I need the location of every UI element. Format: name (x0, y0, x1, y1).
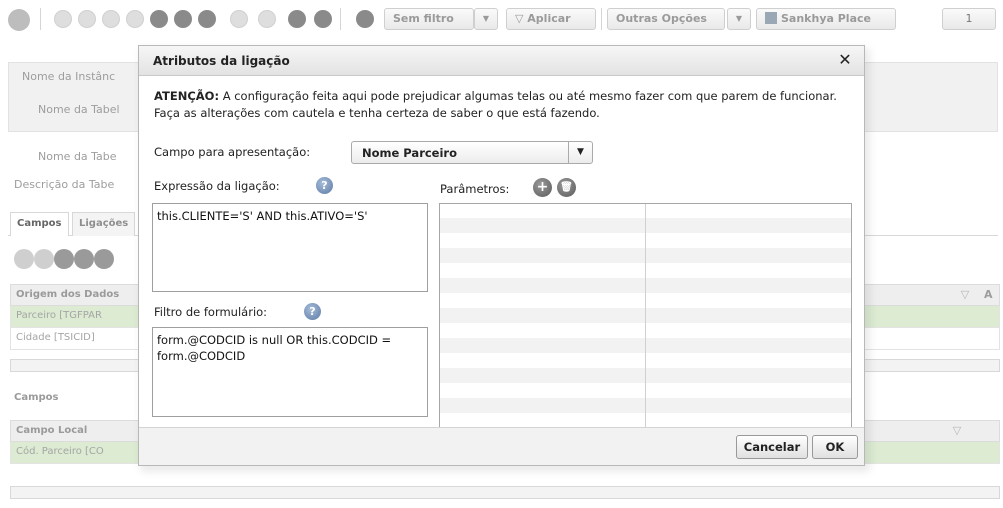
column-header: A (984, 288, 993, 301)
tab-links[interactable]: Ligações (72, 212, 136, 236)
back-icon[interactable] (74, 249, 94, 269)
horizontal-scrollbar[interactable] (10, 486, 1000, 499)
add-parameter-icon[interactable]: + (533, 178, 552, 197)
warning-message: ATENÇÃO: A configuração feita aqui pode … (154, 88, 854, 122)
parameters-grid[interactable] (439, 203, 852, 429)
table-description-label: Descrição da Tabe (14, 178, 115, 191)
table-cell: Cidade [TSICID] (16, 332, 95, 343)
refresh-icon[interactable] (150, 10, 168, 28)
table-cell: Parceiro [TGFPAR (16, 310, 102, 321)
table-name-label: Nome da Tabel (38, 103, 120, 116)
cancel-edit-icon[interactable] (258, 10, 276, 28)
dialog-title: Atributos da ligação (153, 54, 290, 68)
more-options-label: Outras Opções (616, 12, 707, 25)
previous-record-icon[interactable] (78, 10, 96, 28)
remove-icon[interactable] (198, 10, 216, 28)
presentation-field-select[interactable]: Nome Parceiro ▼ (351, 141, 593, 164)
table-cell: Cód. Parceiro [CO (16, 446, 104, 457)
ok-button[interactable]: OK (812, 435, 858, 459)
more-options-arrow[interactable]: ▼ (727, 8, 751, 30)
link-attributes-dialog: Atributos da ligação ✕ ATENÇÃO: A config… (138, 45, 865, 466)
tab-fields[interactable]: Campos (10, 212, 69, 236)
filter-dropdown-arrow[interactable]: ▼ (474, 8, 498, 30)
first-record-icon[interactable] (14, 249, 34, 269)
page-number-field[interactable]: 1 (942, 8, 996, 30)
link-expression-input[interactable]: this.CLIENTE='S' AND this.ATIVO='S' (152, 203, 428, 292)
sankhya-place-button[interactable]: Sankhya Place (756, 8, 896, 30)
link-expression-label: Expressão da ligação: (154, 179, 280, 193)
column-divider (645, 204, 646, 428)
toolbar-separator (40, 8, 41, 30)
refresh-icon[interactable] (54, 249, 74, 269)
chevron-down-icon: ▼ (735, 14, 743, 23)
dialog-title-bar[interactable]: Atributos da ligação ✕ (139, 46, 864, 76)
chevron-down-icon: ▼ (482, 14, 490, 23)
form-filter-input[interactable]: form.@CODCID is null OR this.CODCID = fo… (152, 327, 428, 417)
presentation-field-label: Campo para apresentação: (154, 145, 311, 159)
toolbar-separator (340, 8, 341, 30)
apply-filter-button[interactable]: ▽ Aplicar (506, 8, 596, 30)
help-icon[interactable]: ? (304, 303, 321, 320)
table-name-label: Nome da Tabe (38, 150, 117, 163)
filter-icon[interactable]: ▽ (958, 288, 972, 302)
toolbar-separator (601, 8, 602, 30)
cancel-button[interactable]: Cancelar (736, 435, 808, 459)
copy-icon[interactable] (288, 10, 306, 28)
instance-name-label: Nome da Instânc (22, 70, 116, 83)
apply-filter-label: Aplicar (527, 12, 571, 25)
fields-section-title: Campos (14, 392, 59, 403)
warning-text: A configuração feita aqui pode prejudica… (154, 89, 837, 120)
last-record-icon[interactable] (126, 10, 144, 28)
next-record-icon[interactable] (102, 10, 120, 28)
help-icon[interactable]: ? (316, 177, 333, 194)
local-field-column-header: Campo Local (16, 425, 88, 436)
sankhya-place-icon (765, 12, 777, 24)
attach-icon[interactable] (314, 10, 332, 28)
filter-settings-icon[interactable] (356, 10, 374, 28)
edit-icon[interactable] (230, 10, 248, 28)
add-icon[interactable] (174, 10, 192, 28)
first-record-icon[interactable] (54, 10, 72, 28)
sankhya-place-label: Sankhya Place (781, 12, 871, 25)
filter-select[interactable]: Sem filtro (384, 8, 474, 30)
origin-column-header: Origem dos Dados (16, 289, 120, 300)
delete-parameter-icon[interactable]: 🗑 (557, 178, 576, 197)
warning-title: ATENÇÃO: (154, 89, 220, 103)
form-filter-label: Filtro de formulário: (154, 305, 268, 319)
page-number-value: 1 (965, 12, 973, 25)
presentation-field-value: Nome Parceiro (362, 146, 457, 160)
close-icon[interactable]: ✕ (836, 51, 854, 69)
more-options-button[interactable]: Outras Opções (607, 8, 725, 30)
dialog-footer: Cancelar OK (139, 427, 864, 465)
menu-icon[interactable] (8, 9, 30, 31)
chevron-down-icon[interactable]: ▼ (568, 142, 592, 163)
main-toolbar: Sem filtro ▼ ▽ Aplicar Outras Opções ▼ S… (0, 0, 1003, 38)
filter-select-label: Sem filtro (393, 12, 454, 25)
add-icon[interactable] (94, 249, 114, 269)
filter-icon[interactable]: ▽ (950, 424, 964, 438)
previous-record-icon[interactable] (34, 249, 54, 269)
parameters-label: Parâmetros: (440, 182, 510, 196)
funnel-icon: ▽ (515, 12, 528, 25)
